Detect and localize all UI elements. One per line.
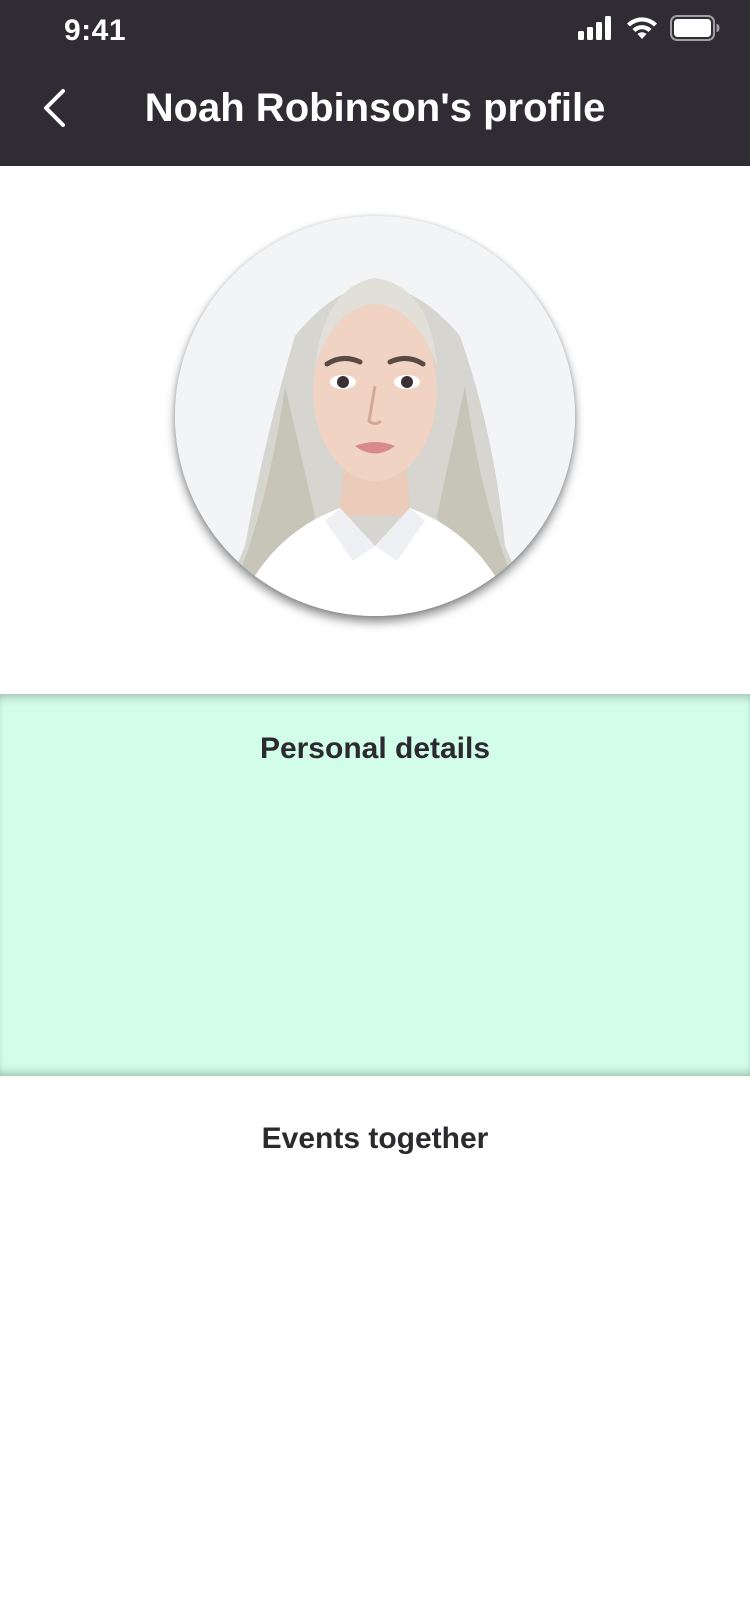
status-icons [578,14,720,46]
wifi-icon [626,16,658,45]
personal-details-section: Personal details [0,694,750,1076]
page-title: Noah Robinson's profile [144,86,606,130]
status-time: 9:41 [64,14,127,47]
cellular-signal-icon [578,15,614,45]
avatar-photo [175,216,575,616]
personal-details-title: Personal details [259,732,491,765]
top-bar: 9:41 Noah Robinson's profile [0,0,750,166]
battery-icon [670,14,720,46]
events-together-title: Events together [261,1122,489,1155]
avatar[interactable] [175,216,575,616]
